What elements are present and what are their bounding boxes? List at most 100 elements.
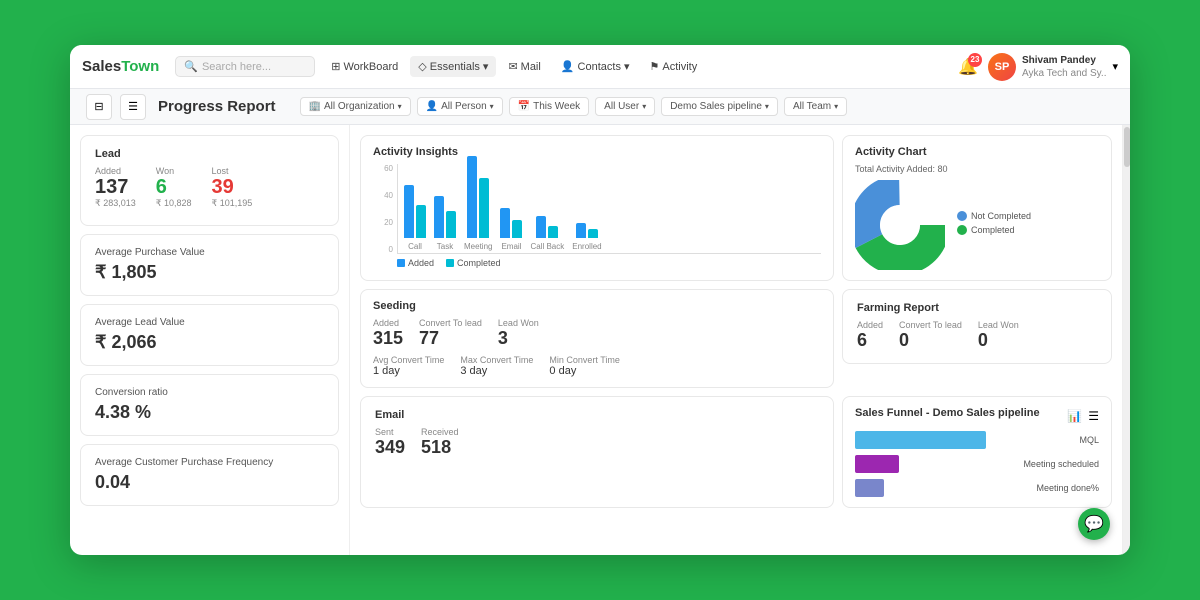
activity-icon: ⚑	[649, 60, 659, 73]
activity-insights-card: Activity Insights 60 40 20 0	[360, 135, 834, 281]
sales-funnel-section: Sales Funnel - Demo Sales pipeline 📊 ☰	[842, 396, 1112, 508]
filter-organization[interactable]: 🏢 All Organization ▾	[300, 97, 411, 116]
filter-all-user[interactable]: All User ▾	[595, 97, 655, 116]
activity-chart-title: Activity Chart	[855, 146, 1099, 158]
bar-group-callback: Call Back	[530, 216, 564, 251]
search-icon: 🔍	[184, 60, 198, 73]
nav-workboard[interactable]: ⊞ WorkBoard	[323, 56, 406, 77]
lead-lost: Lost 39 ₹ 101,195	[212, 166, 253, 209]
nav-essentials[interactable]: ◇ Essentials ▾	[410, 56, 496, 77]
bar-task-completed	[446, 211, 456, 238]
bar-group-email: Email	[500, 208, 522, 251]
bar-group-call: Call	[404, 185, 426, 251]
bar-row-email	[500, 208, 522, 238]
y-axis-20: 20	[373, 218, 393, 227]
organization-icon: 🏢	[309, 101, 321, 112]
essentials-caret: ▾	[483, 60, 489, 73]
right-panel: Activity Insights 60 40 20 0	[350, 125, 1122, 555]
lead-won: Won 6 ₹ 10,828	[156, 166, 192, 209]
bar-enrolled-completed	[588, 229, 598, 238]
conversion-ratio-label: Conversion ratio	[95, 387, 324, 398]
y-axis-40: 40	[373, 191, 393, 200]
lead-lost-amount: ₹ 101,195	[212, 198, 253, 209]
lead-added: Added 137 ₹ 283,013	[95, 166, 136, 209]
right-top-row: Activity Insights 60 40 20 0	[360, 135, 1112, 281]
avg-convert: Avg Convert Time 1 day	[373, 355, 444, 377]
activity-chart-subtitle: Total Activity Added: 80	[855, 164, 1099, 174]
avg-lead-value: ₹ 2,066	[95, 332, 324, 353]
notification-bell[interactable]: 🔔 23	[958, 57, 978, 77]
chat-bubble[interactable]: 💬	[1078, 508, 1110, 540]
view-toggle-list[interactable]: ☰	[120, 94, 146, 120]
bar-label-meeting: Meeting	[464, 242, 492, 251]
pie-not-completed-label: 32.5%	[909, 210, 930, 217]
funnel-title: Sales Funnel - Demo Sales pipeline	[855, 407, 1040, 419]
avg-purchase-label: Average Purchase Value	[95, 247, 324, 258]
farming-section: Farming Report Added 6 Convert To lead 0	[842, 289, 1112, 388]
search-box[interactable]: 🔍 Search here...	[175, 56, 315, 77]
legend-completed: Completed	[446, 258, 501, 268]
lead-won-value: 6	[156, 176, 192, 198]
seeding-won: Lead Won 3	[498, 318, 539, 349]
user-name: Shivam Pandey	[1022, 54, 1107, 67]
user-info[interactable]: SP Shivam Pandey Ayka Tech and Sy.. ▾	[988, 53, 1118, 81]
email-received: Received 518	[421, 427, 459, 458]
bar-row-meeting	[467, 156, 489, 238]
bar-label-email: Email	[501, 242, 521, 251]
filter-all-team[interactable]: All Team ▾	[784, 97, 847, 116]
nav-mail[interactable]: ✉ Mail	[500, 56, 548, 77]
bar-group-task: Task	[434, 196, 456, 251]
scrollbar[interactable]	[1122, 125, 1130, 555]
funnel-row-meeting-scheduled: Meeting scheduled	[855, 455, 1099, 473]
bar-chart-icon[interactable]: 📊	[1067, 409, 1082, 423]
seeding-stats-row: Added 315 Convert To lead 77 Lead Won 3	[373, 318, 821, 349]
not-completed-dot	[957, 211, 967, 221]
scrollbar-thumb[interactable]	[1124, 127, 1130, 167]
nav-right: 🔔 23 SP Shivam Pandey Ayka Tech and Sy..…	[958, 53, 1118, 81]
bar-call-added	[404, 185, 414, 238]
avg-lead-card: Average Lead Value ₹ 2,066	[80, 304, 339, 366]
pie-legend: Not Completed Completed	[957, 211, 1031, 239]
filter-pipeline[interactable]: Demo Sales pipeline ▾	[661, 97, 778, 116]
email-title: Email	[375, 409, 819, 421]
bar-label-call: Call	[408, 242, 422, 251]
y-axis-0: 0	[373, 245, 393, 254]
bar-enrolled-added	[576, 223, 586, 238]
lead-added-amount: ₹ 283,013	[95, 198, 136, 209]
search-placeholder: Search here...	[202, 61, 271, 73]
avg-purchase-card: Average Purchase Value ₹ 1,805	[80, 234, 339, 296]
filter-person[interactable]: 👤 All Person ▾	[417, 97, 503, 116]
bar-group-enrolled: Enrolled	[572, 223, 601, 251]
legend-completed-dot	[446, 259, 454, 267]
funnel-bar-meeting-done	[855, 479, 884, 497]
legend-completed-pie: Completed	[957, 225, 1031, 235]
calendar-icon: 📅	[518, 101, 530, 112]
lead-card-title: Lead	[95, 148, 324, 160]
farming-card: Farming Report Added 6 Convert To lead 0	[842, 289, 1112, 364]
seeding-added: Added 315	[373, 318, 403, 349]
bar-row-enrolled	[576, 223, 598, 238]
view-toggle-grid[interactable]: ⊟	[86, 94, 112, 120]
bar-label-callback: Call Back	[530, 242, 564, 251]
funnel-label-meeting-scheduled: Meeting scheduled	[1009, 459, 1099, 469]
filter-this-week[interactable]: 📅 This Week	[509, 97, 590, 116]
farming-convert: Convert To lead 0	[899, 320, 962, 351]
funnel-bar-container: MQL Meeting scheduled	[855, 431, 1099, 497]
legend-not-completed: Not Completed	[957, 211, 1031, 221]
legend-added: Added	[397, 258, 434, 268]
sales-funnel-card: Sales Funnel - Demo Sales pipeline 📊 ☰	[842, 396, 1112, 508]
max-convert: Max Convert Time 3 day	[460, 355, 533, 377]
funnel-bar-meeting-scheduled	[855, 455, 899, 473]
nav-contacts[interactable]: 👤 Contacts ▾	[553, 56, 638, 77]
bar-row-task	[434, 196, 456, 238]
funnel-row-meeting-done: Meeting done%	[855, 479, 1099, 497]
nav-activity[interactable]: ⚑ Activity	[641, 56, 705, 77]
user-dropdown-caret[interactable]: ▾	[1112, 60, 1118, 73]
conversion-ratio-card: Conversion ratio 4.38 %	[80, 374, 339, 436]
left-panel: Lead Added 137 ₹ 283,013 Won 6 ₹ 10,828 …	[70, 125, 350, 555]
funnel-icons: 📊 ☰	[1067, 409, 1099, 423]
contacts-caret: ▾	[624, 60, 630, 73]
funnel-menu-icon[interactable]: ☰	[1088, 409, 1099, 423]
bar-email-added	[500, 208, 510, 238]
avg-purchase-freq-label: Average Customer Purchase Frequency	[95, 457, 324, 468]
